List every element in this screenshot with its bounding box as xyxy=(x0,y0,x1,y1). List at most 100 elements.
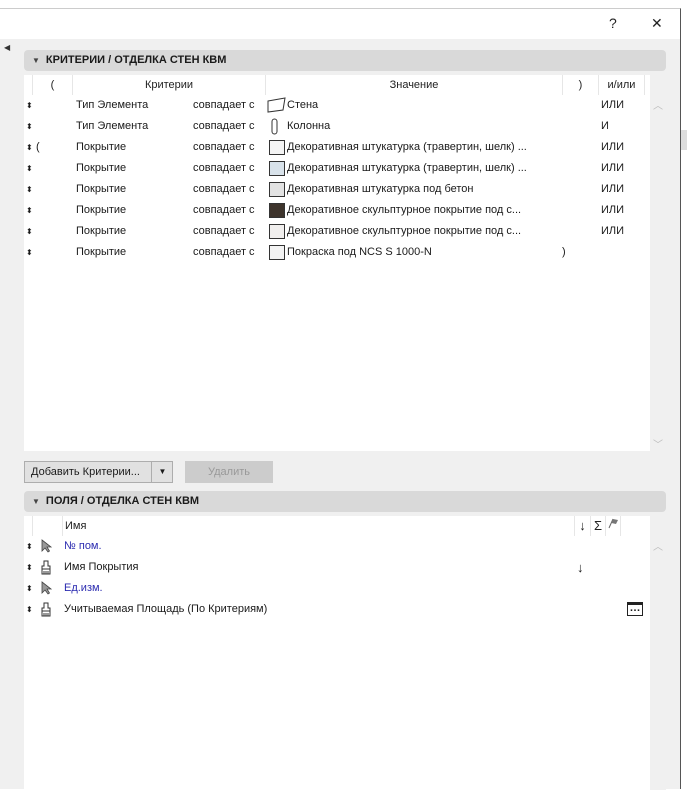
reorder-handle-icon[interactable]: ⬍ xyxy=(26,158,33,179)
header-value[interactable]: Значение xyxy=(265,75,562,95)
reorder-handle-icon[interactable]: ⬍ xyxy=(26,95,33,116)
criteria-field[interactable]: Покрытие xyxy=(76,221,126,242)
and-or[interactable]: ИЛИ xyxy=(601,158,624,179)
fields-scrollbar[interactable]: ︿ xyxy=(650,536,666,790)
flag-icon[interactable] xyxy=(605,516,621,536)
criteria-row[interactable]: ⬍ Покрытие совпадает с Декоративное скул… xyxy=(24,200,650,221)
criteria-operator[interactable]: совпадает с xyxy=(193,221,255,242)
reorder-handle-icon[interactable]: ⬍ xyxy=(26,137,33,158)
header-open-paren[interactable]: ( xyxy=(32,75,72,95)
triangle-down-icon: ▼ xyxy=(32,56,40,65)
and-or[interactable]: ИЛИ xyxy=(601,95,624,116)
criteria-value[interactable]: Колонна xyxy=(287,116,330,137)
header-sum[interactable]: Σ xyxy=(590,516,605,536)
criteria-field[interactable]: Покрытие xyxy=(76,158,126,179)
criteria-value[interactable]: Декоративная штукатурка под бетон xyxy=(287,179,474,200)
field-name[interactable]: № пом. xyxy=(64,536,102,557)
add-criteria-button[interactable]: Добавить Критерии... ▼ xyxy=(24,461,173,483)
criteria-field[interactable]: Покрытие xyxy=(76,200,126,221)
brush-icon xyxy=(40,602,52,617)
dropdown-arrow-icon[interactable]: ▼ xyxy=(151,462,173,482)
header-close-paren[interactable]: ) xyxy=(562,75,598,95)
surface-swatch xyxy=(269,224,285,239)
criteria-value[interactable]: Стена xyxy=(287,95,318,116)
sort-indicator[interactable]: ↓ xyxy=(577,557,584,578)
delete-button[interactable]: Удалить xyxy=(185,461,273,483)
options-button[interactable]: … xyxy=(627,602,643,616)
and-or[interactable]: ИЛИ xyxy=(601,221,624,242)
criteria-field[interactable]: Покрытие xyxy=(76,137,126,158)
and-or[interactable]: ИЛИ xyxy=(601,200,624,221)
schedule-criteria-dialog: ? ✕ ◀ ▼ КРИТЕРИИ / ОТДЕЛКА СТЕН КВМ ( Кри… xyxy=(0,8,681,790)
criteria-row[interactable]: ⬍ Покрытие совпадает с Покраска под NCS … xyxy=(24,242,650,263)
criteria-row[interactable]: ⬍ Тип Элемента совпадает с Стена ИЛИ xyxy=(24,95,650,116)
field-name[interactable]: Учитываемая Площадь (По Критериям) xyxy=(64,599,267,620)
criteria-field[interactable]: Тип Элемента xyxy=(76,116,148,137)
reorder-handle-icon[interactable]: ⬍ xyxy=(26,599,33,620)
criteria-operator[interactable]: совпадает с xyxy=(193,242,255,263)
field-name[interactable]: Имя Покрытия xyxy=(64,557,138,578)
criteria-value[interactable]: Декоративная штукатурка (травертин, шелк… xyxy=(287,137,527,158)
reorder-handle-icon[interactable]: ⬍ xyxy=(26,242,33,263)
reorder-handle-icon[interactable]: ⬍ xyxy=(26,179,33,200)
criteria-row[interactable]: ⬍ ( Покрытие совпадает с Декоративная шт… xyxy=(24,137,650,158)
brush-icon xyxy=(40,560,52,575)
close-paren[interactable]: ) xyxy=(562,242,566,263)
header-name[interactable]: Имя xyxy=(62,516,574,536)
criteria-operator[interactable]: совпадает с xyxy=(193,116,255,137)
field-row[interactable]: ⬍ Имя Покрытия ↓ xyxy=(24,557,650,578)
scroll-up-icon[interactable]: ︿ xyxy=(650,538,666,553)
criteria-field[interactable]: Покрытие xyxy=(76,179,126,200)
criteria-field[interactable]: Покрытие xyxy=(76,242,126,263)
surface-swatch xyxy=(269,203,285,218)
criteria-value[interactable]: Декоративная штукатурка (травертин, шелк… xyxy=(287,158,527,179)
surface-swatch xyxy=(269,140,285,155)
criteria-operator[interactable]: совпадает с xyxy=(193,200,255,221)
criteria-operator[interactable]: совпадает с xyxy=(193,158,255,179)
criteria-value[interactable]: Покраска под NCS S 1000-N xyxy=(287,242,432,263)
and-or[interactable]: И xyxy=(601,116,609,137)
add-criteria-label: Добавить Критерии... xyxy=(31,466,140,478)
criteria-scrollbar[interactable]: ︿ ﹀ xyxy=(650,95,666,451)
collapse-panel-icon[interactable]: ◀ xyxy=(4,43,10,52)
criteria-value[interactable]: Декоративное скульптурное покрытие под с… xyxy=(287,221,521,242)
reorder-handle-icon[interactable]: ⬍ xyxy=(26,200,33,221)
criteria-operator[interactable]: совпадает с xyxy=(193,95,255,116)
criteria-row[interactable]: ⬍ Тип Элемента совпадает с Колонна И xyxy=(24,116,650,137)
cursor-icon xyxy=(40,581,53,595)
criteria-table: ( Критерии Значение ) и/или ⬍ Тип Элемен… xyxy=(24,75,650,451)
reorder-handle-icon[interactable]: ⬍ xyxy=(26,221,33,242)
criteria-operator[interactable]: совпадает с xyxy=(193,179,255,200)
reorder-handle-icon[interactable]: ⬍ xyxy=(26,116,33,137)
and-or[interactable]: ИЛИ xyxy=(601,137,624,158)
header-sort[interactable]: ↓ xyxy=(574,516,590,536)
close-button[interactable]: ✕ xyxy=(651,15,663,32)
fields-section-header[interactable]: ▼ ПОЛЯ / ОТДЕЛКА СТЕН КВМ xyxy=(24,491,666,512)
background-window-strip xyxy=(681,130,687,150)
criteria-row[interactable]: ⬍ Покрытие совпадает с Декоративная штук… xyxy=(24,179,650,200)
criteria-value[interactable]: Декоративное скульптурное покрытие под с… xyxy=(287,200,521,221)
header-and-or[interactable]: и/или xyxy=(598,75,645,95)
fields-section-title: ПОЛЯ / ОТДЕЛКА СТЕН КВМ xyxy=(45,495,200,507)
reorder-handle-icon[interactable]: ⬍ xyxy=(26,578,33,599)
field-row[interactable]: ⬍ Учитываемая Площадь (По Критериям) … xyxy=(24,599,650,620)
and-or[interactable]: ИЛИ xyxy=(601,179,624,200)
criteria-row[interactable]: ⬍ Покрытие совпадает с Декоративное скул… xyxy=(24,221,650,242)
header-criteria[interactable]: Критерии xyxy=(72,75,265,95)
criteria-section-title: КРИТЕРИИ / ОТДЕЛКА СТЕН КВМ xyxy=(45,54,227,66)
reorder-handle-icon[interactable]: ⬍ xyxy=(26,536,33,557)
fields-table: Имя ↓ Σ ⬍ № пом. ⬍ Имя Покрытия ↓ ⬍ Ед.и… xyxy=(24,516,650,790)
surface-swatch xyxy=(269,245,285,260)
field-name[interactable]: Ед.изм. xyxy=(64,578,103,599)
open-paren[interactable]: ( xyxy=(36,137,40,158)
field-row[interactable]: ⬍ Ед.изм. xyxy=(24,578,650,599)
reorder-handle-icon[interactable]: ⬍ xyxy=(26,557,33,578)
scroll-down-icon[interactable]: ﹀ xyxy=(650,436,666,451)
criteria-row[interactable]: ⬍ Покрытие совпадает с Декоративная штук… xyxy=(24,158,650,179)
help-button[interactable]: ? xyxy=(609,15,617,31)
criteria-operator[interactable]: совпадает с xyxy=(193,137,255,158)
scroll-up-icon[interactable]: ︿ xyxy=(650,97,666,112)
criteria-field[interactable]: Тип Элемента xyxy=(76,95,148,116)
field-row[interactable]: ⬍ № пом. xyxy=(24,536,650,557)
criteria-section-header[interactable]: ▼ КРИТЕРИИ / ОТДЕЛКА СТЕН КВМ xyxy=(24,50,666,71)
